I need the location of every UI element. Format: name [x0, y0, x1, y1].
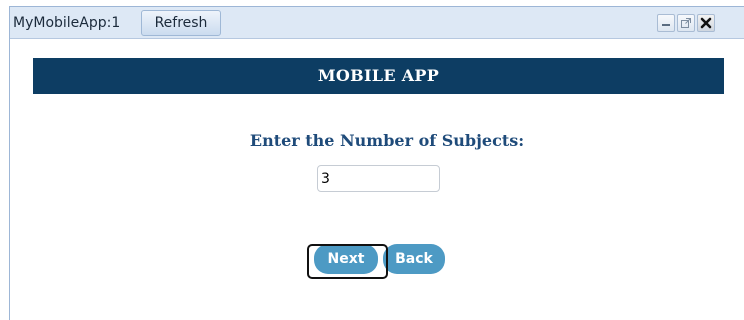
- subjects-prompt: Enter the Number of Subjects:: [249, 131, 525, 150]
- subjects-count-input[interactable]: [317, 165, 440, 192]
- page-banner: MOBILE APP: [33, 58, 724, 94]
- window-titlebar: MyMobileApp:1 Refresh: [10, 7, 744, 39]
- refresh-button[interactable]: Refresh: [141, 10, 221, 36]
- close-icon[interactable]: [697, 14, 715, 32]
- popout-icon[interactable]: [677, 14, 695, 32]
- app-title: MyMobileApp:1: [13, 15, 121, 31]
- next-button[interactable]: Next: [314, 244, 378, 274]
- minimize-icon[interactable]: [657, 14, 675, 32]
- app-window: MyMobileApp:1 Refresh MOBILE APP Enter t…: [9, 6, 744, 320]
- back-button[interactable]: Back: [383, 244, 445, 274]
